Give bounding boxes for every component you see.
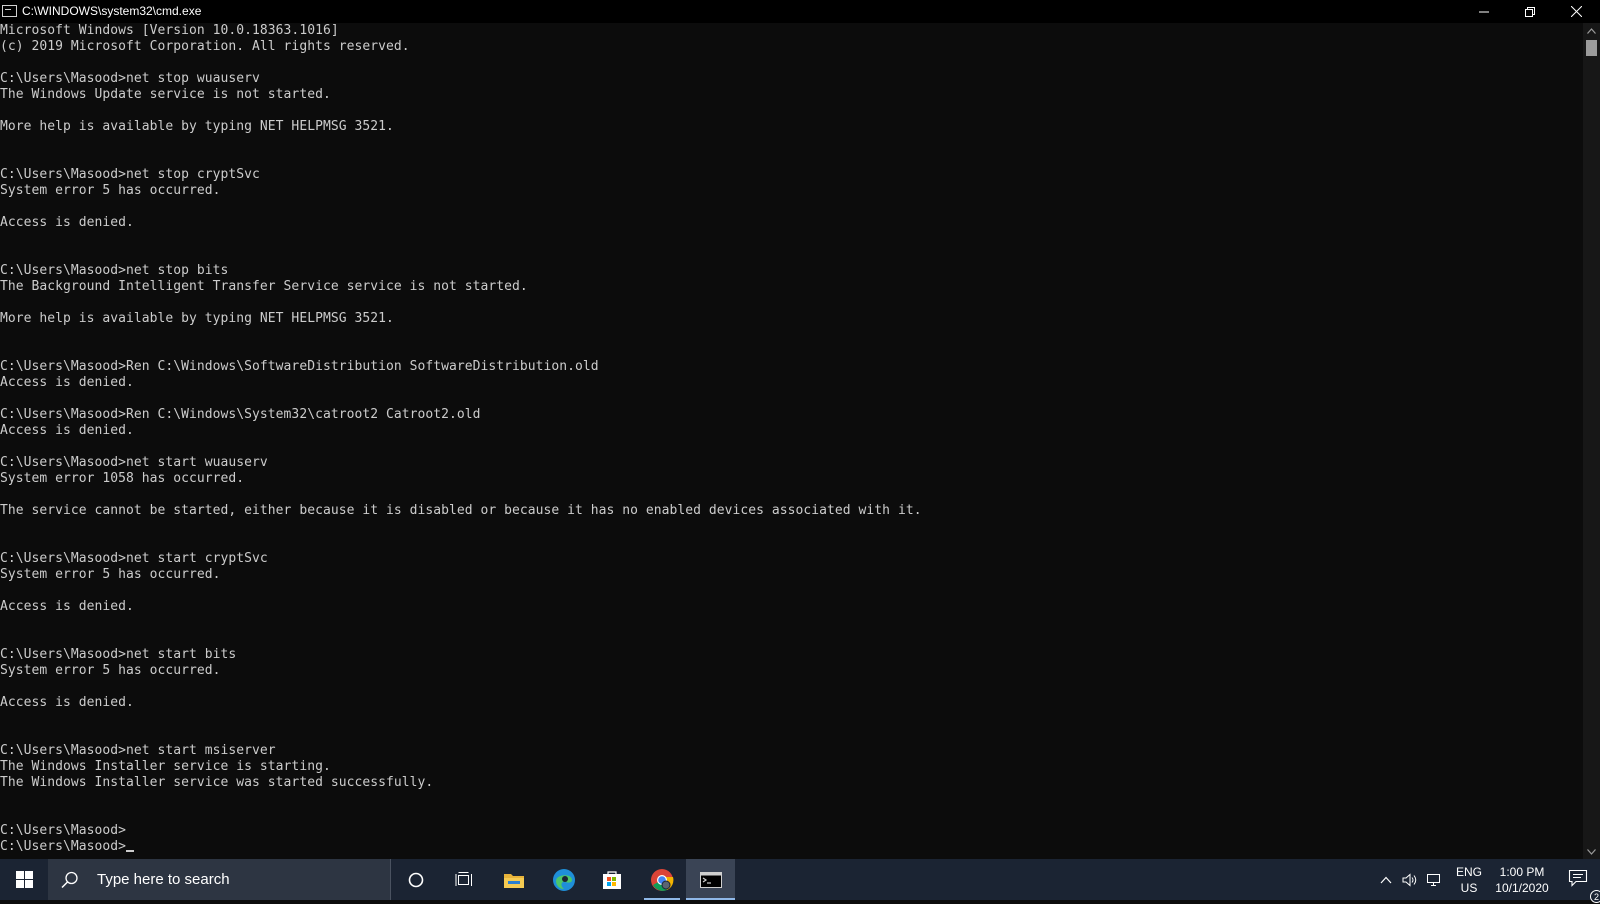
file-explorer-icon <box>504 873 524 888</box>
clock-date: 10/1/2020 <box>1495 881 1549 895</box>
taskbar-app-edge[interactable] <box>540 859 588 900</box>
volume-icon <box>1402 872 1417 887</box>
windows-logo-icon <box>15 871 33 888</box>
task-view-icon <box>455 871 472 886</box>
close-icon <box>1570 6 1582 17</box>
notification-count-badge: 2 <box>1590 889 1600 903</box>
volume-button[interactable] <box>1398 859 1422 900</box>
network-icon <box>1427 873 1440 886</box>
minimize-button[interactable] <box>1461 0 1507 23</box>
cmd-icon <box>699 871 722 888</box>
close-button[interactable] <box>1553 0 1599 23</box>
taskbar-app-store[interactable] <box>588 859 636 900</box>
input-language-indicator[interactable]: ENG US <box>1452 864 1486 896</box>
edge-icon <box>553 868 575 891</box>
restore-icon <box>1525 6 1535 17</box>
taskbar: Type here to search ENG US 1:00 PM 10/1/… <box>0 859 1600 903</box>
taskbar-app-command-prompt[interactable] <box>686 859 735 900</box>
scroll-up-button[interactable] <box>1583 23 1600 38</box>
console-text: Microsoft Windows [Version 10.0.18363.10… <box>0 23 922 854</box>
scroll-thumb[interactable] <box>1586 40 1597 56</box>
clock-time: 1:00 PM <box>1499 865 1545 879</box>
console-output[interactable]: Microsoft Windows [Version 10.0.18363.10… <box>0 23 1583 859</box>
language-label: ENG <box>1455 865 1482 879</box>
scroll-down-button[interactable] <box>1583 844 1600 859</box>
cortana-button[interactable] <box>392 859 440 900</box>
chevron-up-icon <box>1587 27 1596 34</box>
text-cursor <box>126 850 135 852</box>
vertical-scrollbar[interactable] <box>1583 23 1600 859</box>
minimize-icon <box>1479 11 1489 12</box>
window-title-bar[interactable]: C:\WINDOWS\system32\cmd.exe <box>0 0 1600 23</box>
cortana-icon <box>408 872 424 887</box>
restore-button[interactable] <box>1507 0 1553 23</box>
window-title: C:\WINDOWS\system32\cmd.exe <box>22 4 202 18</box>
start-button[interactable] <box>0 859 48 900</box>
chevron-up-icon <box>1380 876 1392 883</box>
search-placeholder: Type here to search <box>97 871 230 888</box>
chevron-down-icon <box>1587 848 1596 855</box>
show-hidden-icons-button[interactable] <box>1375 859 1397 900</box>
store-icon <box>603 870 621 889</box>
cmd-icon <box>2 5 17 17</box>
taskbar-app-file-explorer[interactable] <box>490 859 538 900</box>
clock[interactable]: 1:00 PM 10/1/2020 <box>1486 864 1558 896</box>
action-center-button[interactable]: 2 <box>1558 859 1600 903</box>
search-icon <box>61 871 79 889</box>
taskbar-search-box[interactable]: Type here to search <box>48 859 391 900</box>
chrome-icon <box>651 868 674 891</box>
taskbar-app-chrome[interactable] <box>638 859 686 900</box>
network-button[interactable] <box>1422 859 1446 900</box>
region-label: US <box>1460 881 1478 895</box>
task-view-button[interactable] <box>440 859 488 900</box>
current-prompt: C:\Users\Masood> <box>0 839 127 854</box>
notification-icon <box>1568 869 1588 887</box>
